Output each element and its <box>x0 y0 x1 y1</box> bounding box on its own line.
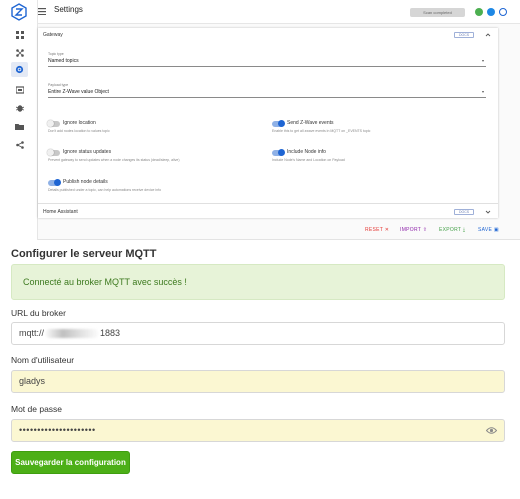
settings-gear-icon[interactable] <box>11 62 28 77</box>
send-zwave-events-toggle[interactable] <box>272 120 285 127</box>
settings-panel: Gateway DOCS Topic type Named topics ▾ P… <box>38 28 498 218</box>
username-label: Nom d'utilisateur <box>11 355 75 365</box>
broker-url-prefix: mqtt:// <box>19 328 45 338</box>
close-icon: ✕ <box>384 227 390 233</box>
toggle-hint: Don't add nodes location to values topic <box>48 129 110 133</box>
reset-label: RESET <box>365 227 384 233</box>
publish-node-details-toggle[interactable] <box>48 179 61 186</box>
history-icon[interactable] <box>499 8 507 16</box>
nav-rail <box>0 0 38 240</box>
section-divider <box>38 203 498 204</box>
broker-url-port: 1883 <box>100 328 121 338</box>
save-configuration-button[interactable]: Sauvegarder la configuration <box>11 451 130 474</box>
save-button[interactable]: SAVE ▣ <box>478 227 499 233</box>
form-title: Configurer le serveur MQTT <box>11 248 157 260</box>
store-folder-icon[interactable] <box>15 122 24 131</box>
toggle-label: Send Z-Wave events <box>287 120 334 126</box>
topic-type-underline <box>48 66 486 67</box>
caret-down-icon[interactable]: ▾ <box>482 58 484 63</box>
floppy-icon: ▣ <box>493 227 499 233</box>
username-value: gladys <box>19 376 46 386</box>
page-title: Settings <box>54 5 83 14</box>
password-input[interactable]: ••••••••••••••••••••• <box>11 419 505 442</box>
top-app-bar: Settings Scan completed <box>38 0 520 24</box>
home-assistant-section-title[interactable]: Home Assistant <box>43 209 78 215</box>
toggle-label: Publish node details <box>63 179 108 185</box>
gateway-docs-button[interactable]: DOCS <box>454 32 474 38</box>
topic-type-select[interactable]: Named topics <box>48 58 79 64</box>
reset-button[interactable]: RESET ✕ <box>365 227 389 233</box>
import-button[interactable]: IMPORT ⇪ <box>400 227 427 233</box>
import-label: IMPORT <box>400 227 422 233</box>
payload-type-underline <box>48 97 486 98</box>
toggle-hint: Prevent gateway to send updates when a n… <box>48 158 180 162</box>
payload-type-label: Payload type <box>48 83 69 87</box>
caret-down-icon[interactable]: ▾ <box>482 89 484 94</box>
control-panel-icon[interactable] <box>15 30 24 39</box>
export-label: EXPORT <box>439 227 462 233</box>
broker-url-input[interactable]: mqtt:// 1883 <box>11 322 505 345</box>
include-node-info-toggle[interactable] <box>272 149 285 156</box>
menu-icon[interactable] <box>38 8 46 15</box>
save-label: SAVE <box>478 227 493 233</box>
toggle-label: Ignore status updates <box>63 149 112 155</box>
toggle-hint: Include Node's Name and Location on Payl… <box>272 158 345 162</box>
ignore-status-updates-toggle[interactable] <box>47 149 60 156</box>
eye-icon[interactable] <box>486 426 497 435</box>
zwave-logo-icon <box>11 3 27 21</box>
ignore-location-toggle[interactable] <box>47 120 60 127</box>
share-icon[interactable] <box>15 140 24 149</box>
zwave-settings-screenshot: Settings Scan completed Gateway DOCS Top… <box>0 0 520 240</box>
username-input[interactable]: gladys <box>11 370 505 393</box>
password-value: ••••••••••••••••••••• <box>19 425 96 435</box>
broker-url-label: URL du broker <box>11 308 66 318</box>
password-label: Mot de passe <box>11 404 63 414</box>
toggle-hint: Details published under a topic, can hel… <box>48 188 162 192</box>
payload-type-select[interactable]: Entire Z-Wave value Object <box>48 89 109 95</box>
scan-status-badge: Scan completed <box>410 8 465 17</box>
status-ok-icon <box>475 8 483 16</box>
chevron-up-icon[interactable] <box>485 32 491 38</box>
toggle-label: Ignore location <box>63 120 96 126</box>
redacted-host <box>45 329 100 339</box>
success-message: Connecté au broker MQTT avec succès ! <box>23 277 187 287</box>
download-icon: ⤓ <box>462 227 466 233</box>
success-alert: Connecté au broker MQTT avec succès ! <box>11 264 505 300</box>
upload-icon: ⇪ <box>422 227 428 233</box>
network-graph-icon[interactable] <box>15 48 24 57</box>
chevron-down-icon[interactable] <box>485 209 491 215</box>
info-icon[interactable] <box>487 8 495 16</box>
scenes-icon[interactable] <box>15 85 24 94</box>
debug-bug-icon[interactable] <box>15 103 24 112</box>
topic-type-label: Topic type <box>48 52 64 56</box>
gateway-section-title[interactable]: Gateway <box>43 32 63 38</box>
export-button[interactable]: EXPORT ⤓ <box>439 227 465 233</box>
toggle-hint: Enable this to get all zwave events in M… <box>272 129 371 133</box>
home-assistant-docs-button[interactable]: DOCS <box>454 209 474 215</box>
toggle-label: Include Node info <box>287 149 326 155</box>
mqtt-config-form: Configurer le serveur MQTT Connecté au b… <box>0 240 520 499</box>
